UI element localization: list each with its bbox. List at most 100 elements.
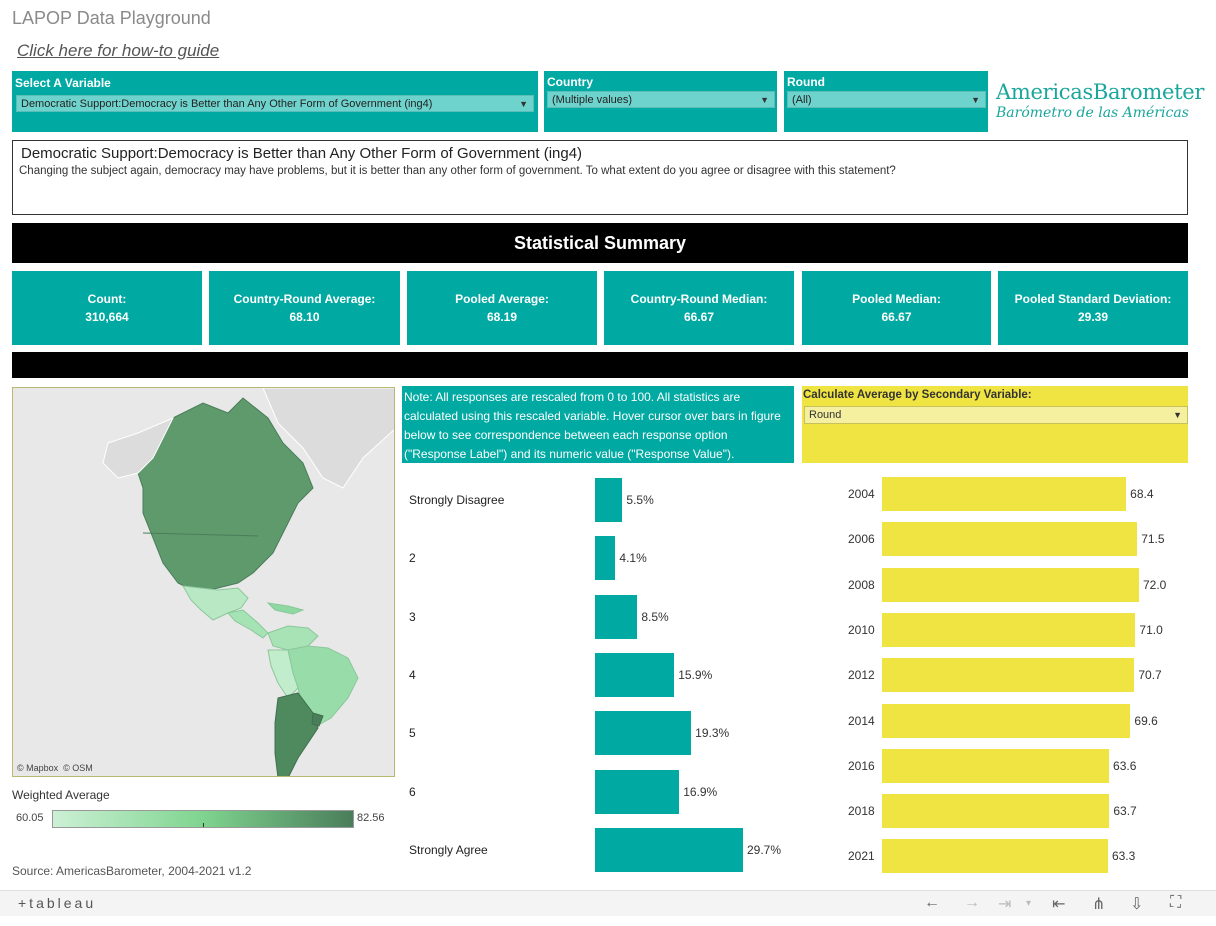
response-bar[interactable]: [595, 652, 675, 697]
round-dropdown[interactable]: (All) ▼: [787, 91, 986, 108]
country-dropdown[interactable]: (Multiple values) ▼: [547, 91, 775, 108]
tableau-logo: +tableau: [18, 895, 97, 911]
round-bar[interactable]: [882, 522, 1138, 557]
section-divider: [12, 352, 1188, 378]
legend-min: 60.05: [16, 812, 44, 824]
round-filter-label: Round: [787, 75, 825, 89]
round-label: 2010: [848, 622, 875, 637]
variable-description-box: Democratic Support:Democracy is Better t…: [12, 140, 1188, 215]
variable-dropdown[interactable]: Democratic Support:Democracy is Better t…: [16, 95, 534, 112]
variable-question: Changing the subject again, democracy ma…: [19, 165, 896, 177]
stat-value: 310,664: [85, 310, 129, 324]
country-filter: Country (Multiple values) ▼: [544, 71, 777, 132]
response-value-label: 16.9%: [683, 784, 718, 799]
chevron-down-icon[interactable]: ▾: [1026, 898, 1031, 909]
secondary-variable-value: Round: [809, 409, 842, 421]
response-label: 3: [409, 609, 416, 624]
round-value-label: 63.3: [1111, 849, 1136, 864]
round-label: 2018: [848, 804, 875, 819]
how-to-guide-link[interactable]: Click here for how-to guide: [17, 41, 219, 61]
map-svg: [13, 388, 394, 776]
chevron-down-icon: ▼: [1173, 410, 1182, 420]
round-label: 2004: [848, 487, 875, 501]
round-bar[interactable]: [882, 703, 1131, 738]
stat-label: Pooled Standard Deviation:: [1014, 292, 1172, 306]
round-value-label: 63.6: [1113, 758, 1137, 773]
response-label: Strongly Disagree: [409, 493, 505, 507]
round-label: 2012: [848, 668, 875, 683]
stat-pooled-std-dev: Pooled Standard Deviation: 29.39: [998, 271, 1188, 345]
round-filter: Round (All) ▼: [784, 71, 988, 132]
summary-title: Statistical Summary: [12, 223, 1188, 263]
americasbarometer-logo: AmericasBarometer Barómetro de las Améri…: [996, 80, 1205, 121]
redo-icon[interactable]: →: [964, 894, 980, 912]
page-title: LAPOP Data Playground: [12, 8, 211, 28]
stat-label: Pooled Average:: [455, 292, 549, 306]
response-label: 6: [409, 784, 416, 799]
response-bar[interactable]: [595, 769, 680, 814]
round-bar[interactable]: [882, 477, 1127, 511]
round-bar[interactable]: [882, 748, 1110, 783]
response-label: 2: [409, 551, 416, 566]
reset-icon[interactable]: ⇤: [1052, 894, 1065, 914]
response-value-label: 5.5%: [626, 493, 654, 507]
stat-country-round-median: Country-Round Median: 66.67: [604, 271, 794, 345]
response-bar[interactable]: [595, 478, 623, 522]
download-icon[interactable]: ⇩: [1130, 894, 1143, 914]
stat-value: 66.67: [881, 310, 912, 324]
country-dropdown-value: (Multiple values): [552, 94, 633, 106]
round-value-label: 63.7: [1113, 804, 1137, 819]
secondary-variable-panel: Calculate Average by Secondary Variable:…: [802, 386, 1188, 463]
response-value-label: 19.3%: [695, 726, 730, 741]
response-value-label: 15.9%: [678, 667, 713, 682]
round-bar[interactable]: [882, 839, 1108, 874]
round-value-label: 71.5: [1141, 532, 1165, 547]
round-value-label: 68.4: [1130, 487, 1154, 501]
country-filter-label: Country: [547, 75, 593, 89]
legend-title: Weighted Average: [12, 788, 110, 802]
response-label: 4: [409, 667, 416, 682]
stat-country-round-average: Country-Round Average: 68.10: [209, 271, 400, 345]
stat-value: 66.67: [683, 310, 715, 324]
stat-pooled-median: Pooled Median: 66.67: [802, 271, 991, 345]
round-label: 2008: [848, 577, 875, 592]
round-value-label: 70.7: [1138, 668, 1162, 683]
round-label: 2016: [848, 758, 875, 773]
round-bar[interactable]: [882, 612, 1136, 647]
round-bar[interactable]: [882, 567, 1139, 602]
response-bar[interactable]: [595, 594, 638, 639]
secondary-variable-label: Calculate Average by Secondary Variable:: [803, 389, 1032, 401]
chevron-down-icon: ▼: [519, 99, 528, 109]
response-value-label: 4.1%: [619, 551, 647, 566]
legend-gradient: [52, 810, 354, 828]
response-value-label: 8.5%: [641, 609, 669, 624]
response-bar[interactable]: [595, 827, 743, 872]
response-bar[interactable]: [595, 536, 616, 581]
round-bar[interactable]: [882, 794, 1110, 829]
fullscreen-icon[interactable]: ⛶: [1170, 894, 1181, 912]
round-value-label: 71.0: [1139, 622, 1163, 637]
round-value-label: 69.6: [1134, 713, 1158, 728]
round-label: 2014: [848, 713, 875, 728]
stat-count: Count: 310,664: [12, 271, 202, 345]
round-bar[interactable]: [882, 658, 1135, 693]
osm-credit: © OSM: [63, 763, 93, 773]
revert-icon[interactable]: ⇥: [998, 894, 1011, 914]
undo-icon[interactable]: ←: [924, 894, 940, 912]
response-bar[interactable]: [595, 711, 692, 756]
round-label: 2021: [848, 849, 875, 864]
stat-value: 68.10: [289, 310, 320, 324]
stat-label: Country-Round Median:: [630, 292, 768, 306]
secondary-variable-dropdown[interactable]: Round ▼: [804, 406, 1188, 424]
bottom-strip: [0, 916, 1216, 926]
round-dropdown-value: (All): [792, 94, 812, 106]
response-label: 5: [409, 726, 416, 741]
variable-dropdown-value: Democratic Support:Democracy is Better t…: [21, 98, 433, 110]
share-icon[interactable]: ⋔: [1092, 894, 1105, 914]
legend-tick: [203, 823, 204, 827]
logo-line-1: AmericasBarometer: [996, 80, 1205, 104]
variable-title: Democratic Support:Democracy is Better t…: [21, 145, 583, 162]
logo-line-2: Barómetro de las Américas: [996, 105, 1189, 121]
response-label: Strongly Agree: [409, 842, 488, 857]
americas-map[interactable]: © Mapbox © OSM: [12, 387, 395, 777]
